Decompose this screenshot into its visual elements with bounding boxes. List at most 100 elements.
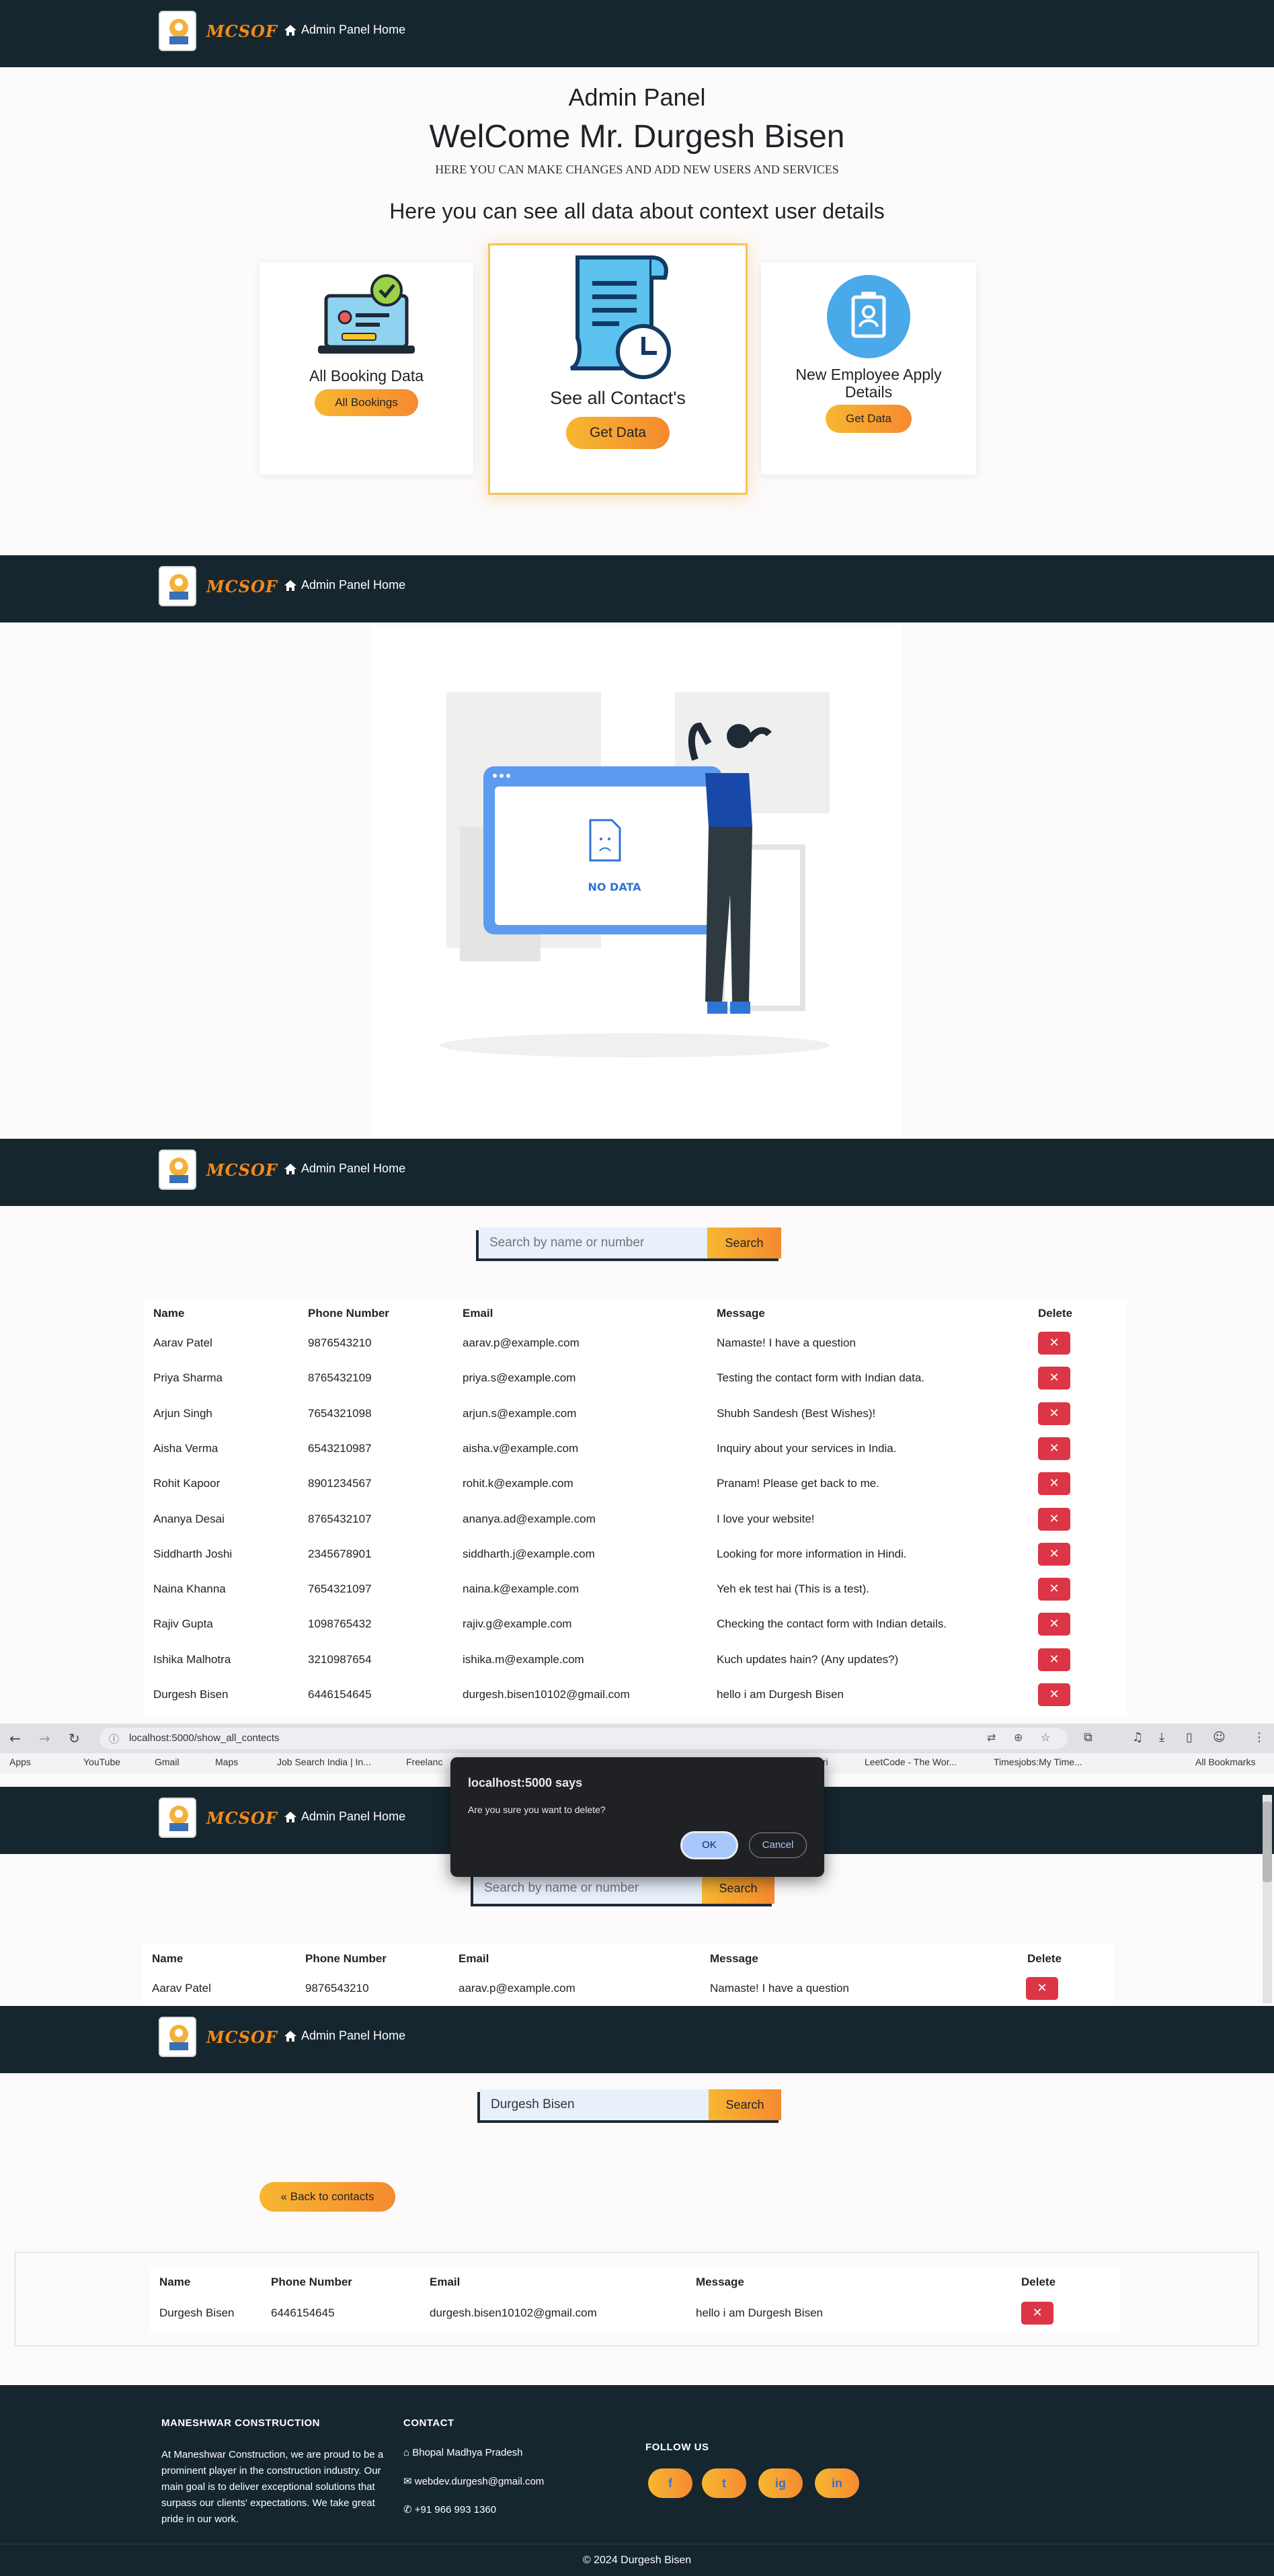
dialog-ok-button[interactable]: OK — [680, 1831, 738, 1859]
search-button[interactable]: Search — [702, 1873, 774, 1904]
row-message: Kuch updates hain? (Any updates?) — [717, 1652, 899, 1666]
delete-button[interactable]: ✕ — [1038, 1648, 1070, 1671]
bookmark-job-search[interactable]: Job Search India | In... — [277, 1753, 371, 1771]
get-contacts-button[interactable]: Get Data — [566, 417, 670, 449]
star-icon[interactable]: ☆ — [1041, 1731, 1050, 1744]
row-message: I love your website! — [717, 1512, 815, 1525]
get-employees-button[interactable]: Get Data — [826, 405, 912, 433]
bookmark-youtube[interactable]: YouTube — [83, 1753, 120, 1771]
search-button[interactable]: Search — [709, 2089, 781, 2120]
facebook-icon[interactable]: f — [648, 2468, 692, 2498]
delete-button[interactable]: ✕ — [1038, 1437, 1070, 1460]
search-input[interactable] — [473, 1873, 702, 1904]
delete-button[interactable]: ✕ — [1038, 1613, 1070, 1636]
navbar: MCSOF Admin Panel Home — [0, 2006, 1274, 2073]
extensions-icon[interactable]: ⧉ — [1084, 1730, 1092, 1744]
row-name: Siddharth Joshi — [153, 1547, 233, 1560]
search-button[interactable]: Search — [707, 1227, 781, 1258]
row-name: Durgesh Bisen — [153, 1688, 229, 1701]
brand-name[interactable]: MCSOF — [206, 1160, 278, 1180]
all-bookings-button[interactable]: All Bookings — [315, 389, 418, 416]
row-message: hello i am Durgesh Bisen — [717, 1688, 844, 1701]
search-input[interactable] — [480, 2089, 709, 2120]
row-email: priya.s@example.com — [463, 1371, 576, 1385]
nav-home-link[interactable]: Admin Panel Home — [284, 23, 405, 37]
delete-button[interactable]: ✕ — [1038, 1578, 1070, 1601]
laptop-icon — [318, 274, 415, 354]
delete-button[interactable]: ✕ — [1038, 1472, 1070, 1496]
logo[interactable] — [159, 1150, 196, 1190]
col-name: Name — [159, 2276, 191, 2288]
back-arrow-icon[interactable]: ← — [9, 1730, 21, 1746]
bookmark-gmail[interactable]: Gmail — [155, 1753, 180, 1771]
col-phone: Phone Number — [271, 2276, 352, 2288]
row-phone: 9876543210 — [305, 1982, 369, 1995]
delete-button[interactable]: ✕ — [1038, 1683, 1070, 1706]
profile-icon[interactable]: ☺ — [1213, 1730, 1226, 1744]
brand-name[interactable]: MCSOF — [206, 22, 278, 41]
logo[interactable] — [159, 11, 196, 51]
reload-icon[interactable]: ↻ — [69, 1730, 80, 1746]
delete-button[interactable]: ✕ — [1026, 1977, 1058, 2000]
row-email: rohit.k@example.com — [463, 1477, 573, 1490]
delete-button[interactable]: ✕ — [1021, 2302, 1053, 2325]
download-icon[interactable]: ⤓ — [1159, 1730, 1164, 1744]
menu-icon[interactable]: ⋮ — [1253, 1730, 1265, 1744]
bookmark-all[interactable]: All Bookmarks — [1195, 1753, 1255, 1771]
nav-home-link[interactable]: Admin Panel Home — [284, 1810, 405, 1824]
footer-phone[interactable]: ✆ +91 966 993 1360 — [403, 2503, 496, 2515]
bookmark-timesjobs[interactable]: Timesjobs:My Time... — [994, 1753, 1082, 1771]
forward-arrow-icon[interactable]: → — [39, 1730, 50, 1746]
logo[interactable] — [159, 566, 196, 606]
zoom-icon[interactable]: ⊕ — [1014, 1731, 1023, 1744]
bookmark-freelance[interactable]: Freelanc — [406, 1753, 442, 1771]
site-info-icon[interactable]: ⓘ — [109, 1732, 119, 1746]
search-results-panel: Name Phone Number Email Message Delete D… — [15, 2252, 1259, 2346]
bookmark-apps[interactable]: Apps — [9, 1753, 31, 1771]
back-to-contacts-button[interactable]: « Back to contacts — [260, 2182, 395, 2212]
brand-name[interactable]: MCSOF — [206, 2027, 278, 2047]
dialog-cancel-button[interactable]: Cancel — [749, 1833, 807, 1858]
document-clock-icon — [569, 255, 671, 379]
footer-contact-heading: CONTACT — [403, 2417, 454, 2429]
logo[interactable] — [159, 2017, 196, 2057]
delete-button[interactable]: ✕ — [1038, 1542, 1070, 1566]
row-phone: 8901234567 — [308, 1477, 372, 1490]
col-delete: Delete — [1038, 1307, 1073, 1320]
instagram-icon[interactable]: ig — [758, 2468, 803, 2498]
booking-card: All Booking Data All Bookings — [260, 262, 473, 475]
col-email: Email — [463, 1307, 493, 1320]
col-message: Message — [696, 2276, 744, 2288]
nav-home-link[interactable]: Admin Panel Home — [284, 578, 405, 592]
logo[interactable] — [159, 1798, 196, 1838]
address-bar[interactable]: ⓘ localhost:5000/show_all_contects ⇄ ⊕ ☆ — [99, 1728, 1068, 1749]
nav-home-link[interactable]: Admin Panel Home — [284, 1162, 405, 1176]
row-message: Namaste! I have a question — [717, 1336, 856, 1349]
nav-home-label: Admin Panel Home — [301, 578, 406, 592]
delete-button[interactable]: ✕ — [1038, 1507, 1070, 1531]
home-icon — [284, 1811, 296, 1822]
translate-icon[interactable]: ⇄ — [987, 1731, 996, 1744]
media-icon[interactable]: ♫ — [1132, 1730, 1143, 1744]
linkedin-icon[interactable]: in — [815, 2468, 859, 2498]
delete-button[interactable]: ✕ — [1038, 1367, 1070, 1390]
nav-home-link[interactable]: Admin Panel Home — [284, 2029, 405, 2043]
row-email: ishika.m@example.com — [463, 1652, 584, 1666]
row-phone: 9876543210 — [308, 1336, 372, 1349]
bookmark-leetcode[interactable]: LeetCode - The Wor... — [865, 1753, 957, 1771]
row-name: Aarav Patel — [153, 1336, 212, 1349]
x-icon: ✕ — [1049, 1476, 1060, 1491]
x-icon: ✕ — [1049, 1582, 1060, 1597]
search-input[interactable] — [479, 1227, 707, 1258]
scrollbar[interactable] — [1263, 1795, 1272, 2003]
brand-name[interactable]: MCSOF — [206, 1808, 278, 1828]
brand-name[interactable]: MCSOF — [206, 577, 278, 596]
bookmark-maps[interactable]: Maps — [215, 1753, 238, 1771]
row-name: Aarav Patel — [152, 1982, 211, 1995]
delete-button[interactable]: ✕ — [1038, 1332, 1070, 1355]
sidepanel-icon[interactable]: ▯ — [1186, 1730, 1193, 1744]
footer-email[interactable]: ✉ webdev.durgesh@gmail.com — [403, 2475, 544, 2487]
twitter-icon[interactable]: t — [702, 2468, 746, 2498]
navbar: MCSOF Admin Panel Home — [0, 1139, 1274, 1206]
delete-button[interactable]: ✕ — [1038, 1402, 1070, 1425]
